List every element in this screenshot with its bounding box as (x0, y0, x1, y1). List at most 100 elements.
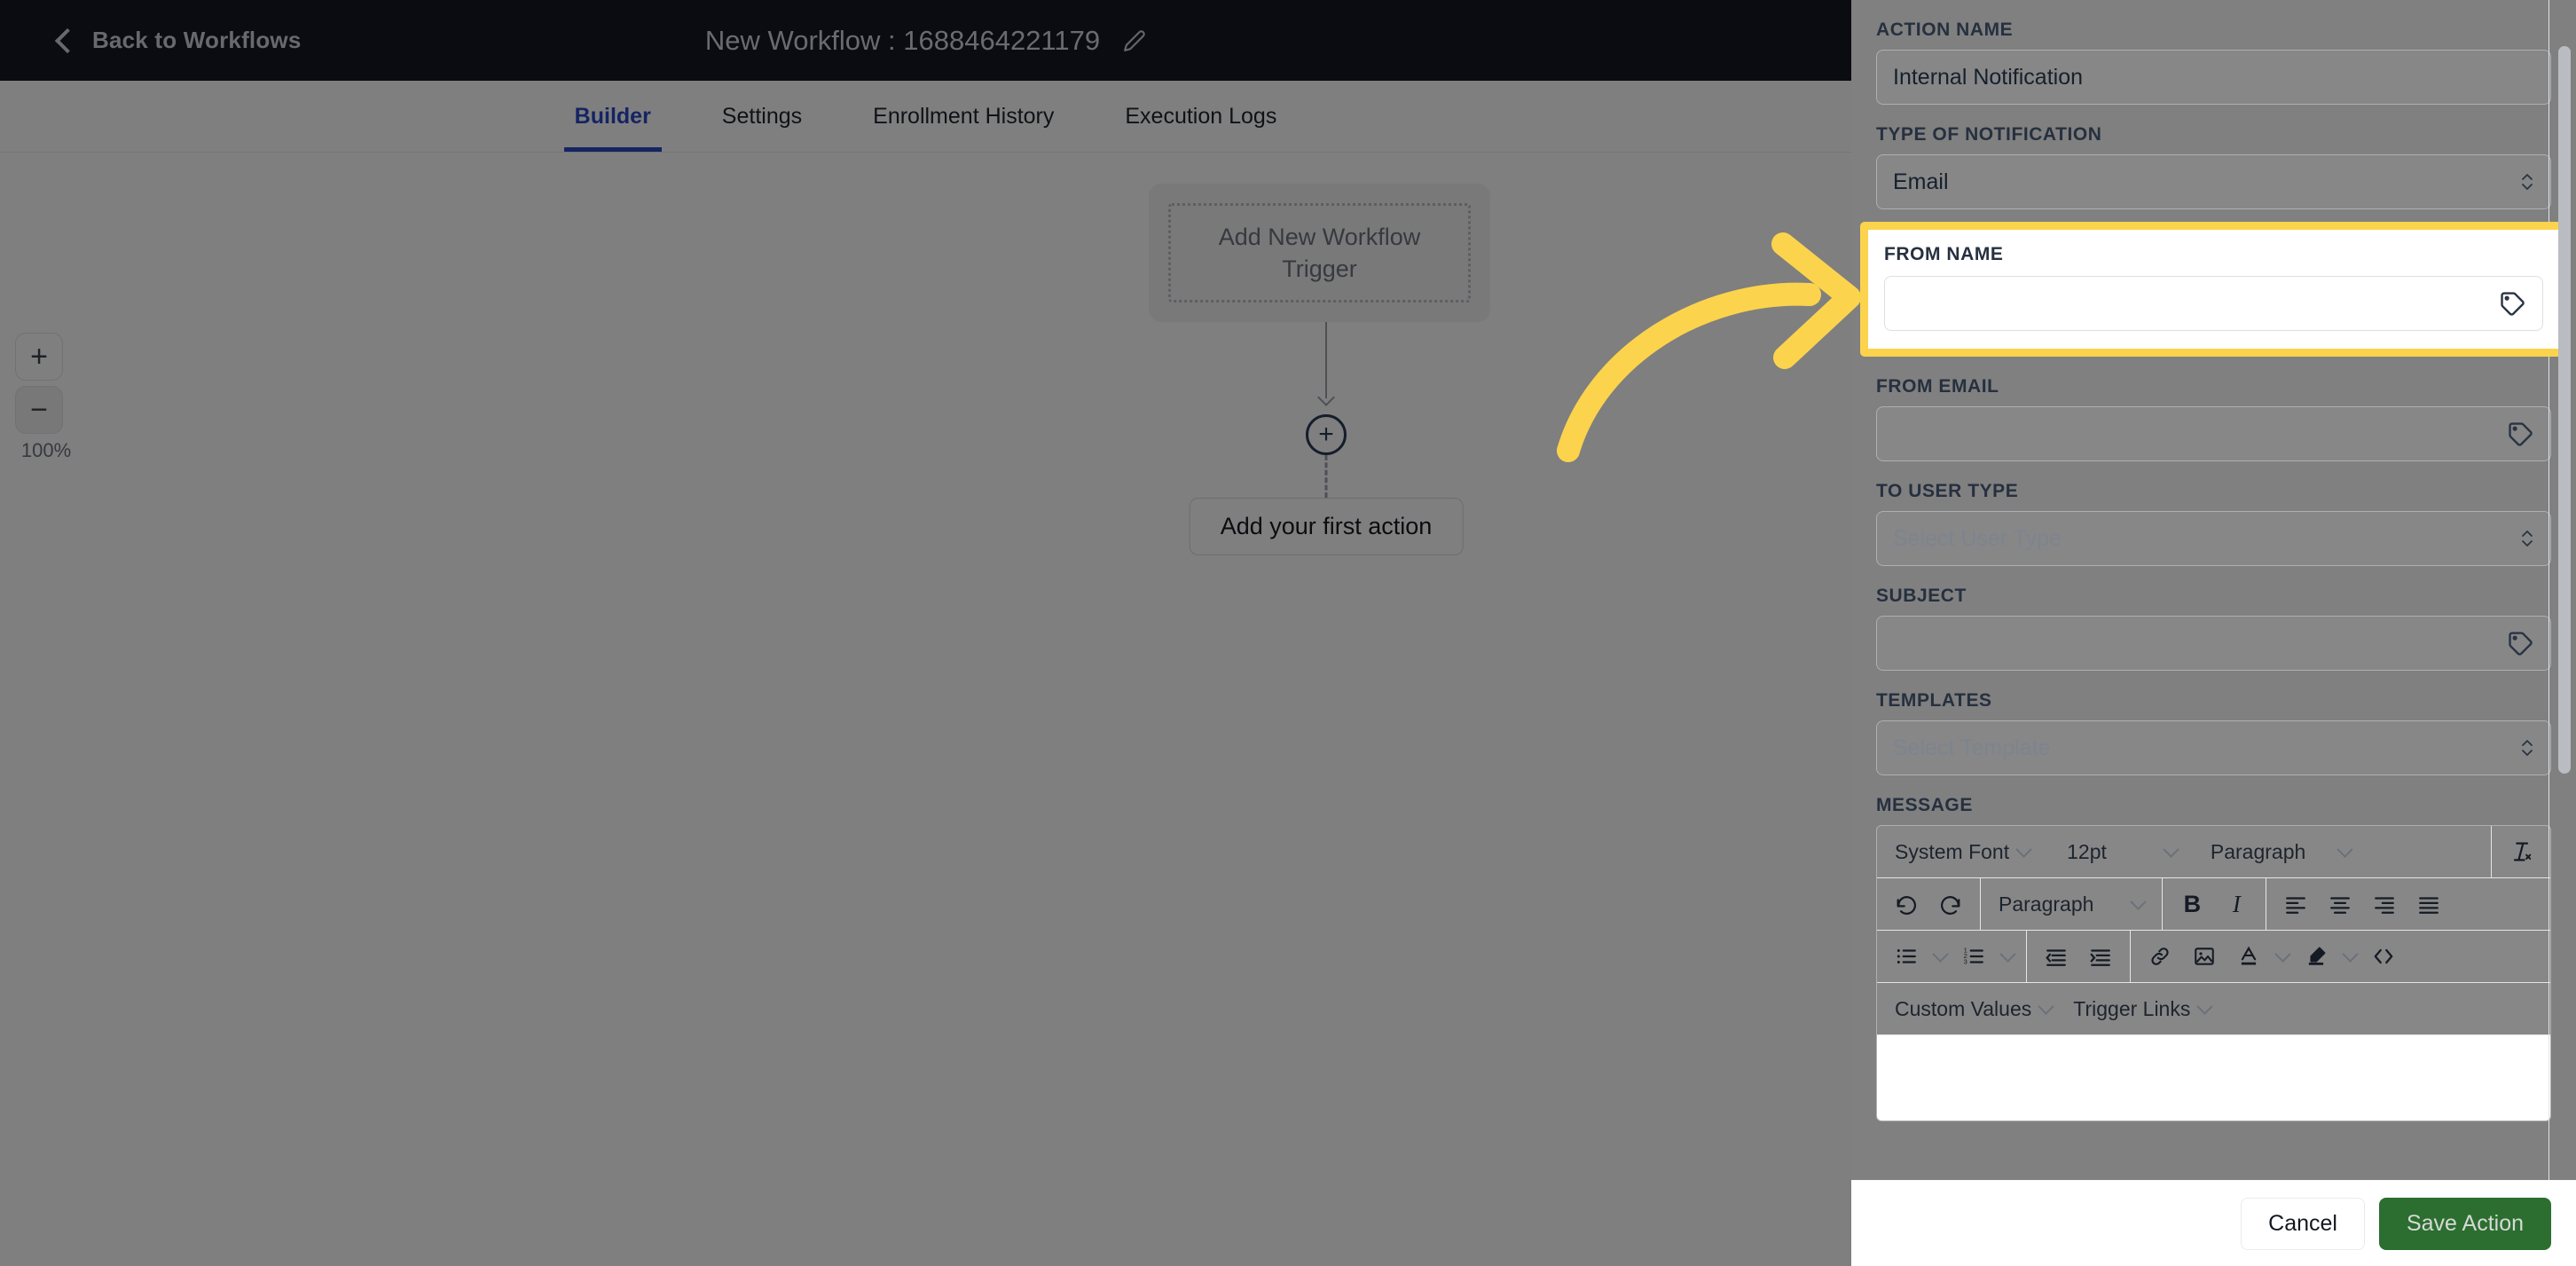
back-to-workflows-label: Back to Workflows (92, 27, 302, 53)
message-label: MESSAGE (1876, 795, 1973, 815)
chevron-down-icon[interactable] (1996, 934, 2019, 979)
block-format-select-top[interactable]: Paragraph (2200, 840, 2361, 864)
trigger-links-label: Trigger Links (2073, 996, 2191, 1020)
editor-toolbar-row-2: Paragraph B I (1877, 878, 2550, 931)
clear-formatting-icon[interactable] (2499, 830, 2543, 874)
screen-root: Back to Workflows New Workflow : 1688464… (0, 0, 2576, 1266)
font-size-select[interactable]: 12pt (2056, 840, 2187, 864)
toolbar-group-indent (2027, 931, 2131, 982)
field-from-email: FROM EMAIL (1876, 376, 2551, 461)
chevron-updown-icon (2520, 735, 2534, 760)
chevron-updown-icon (2520, 526, 2534, 551)
back-to-workflows-link[interactable]: Back to Workflows (54, 27, 302, 54)
undo-icon[interactable] (1884, 882, 1928, 926)
zoom-controls: + − 100% (15, 333, 77, 462)
chevron-down-icon[interactable] (2271, 934, 2294, 979)
indent-icon[interactable] (2078, 934, 2123, 979)
toolbar-group-insert (2131, 931, 2413, 982)
workflow-tabs: Builder Settings Enrollment History Exec… (0, 81, 1851, 153)
align-center-icon[interactable] (2318, 882, 2362, 926)
block-format-value: Paragraph (1999, 892, 2094, 916)
italic-button[interactable]: I (2214, 882, 2258, 926)
message-rich-text-editor: System Font 12pt Paragraph Paragraph B I… (1876, 825, 2551, 1121)
top-bar: Back to Workflows New Workflow : 1688464… (0, 0, 1851, 81)
chevron-down-icon (2015, 840, 2032, 858)
add-workflow-trigger-placeholder[interactable]: Add New Workflow Trigger (1168, 203, 1471, 303)
toolbar-group-lists: 123 (1877, 931, 2027, 982)
zoom-out-button[interactable]: − (15, 386, 63, 434)
connector-line (1325, 322, 1327, 398)
subject-label: SUBJECT (1876, 586, 1967, 606)
toolbar-group-merge-fields: Custom Values Trigger Links (1877, 983, 2228, 1034)
trigger-links-dropdown[interactable]: Trigger Links (2062, 997, 2221, 1021)
block-format-select[interactable]: Paragraph (1988, 892, 2155, 916)
field-subject: SUBJECT (1876, 586, 2551, 671)
add-node-button[interactable]: + (1306, 414, 1347, 455)
toolbar-group-history (1877, 878, 1981, 930)
flow-connector: + Add your first action (1149, 322, 1504, 555)
bullet-list-icon[interactable] (1884, 934, 1928, 979)
tab-enrollment-history[interactable]: Enrollment History (862, 104, 1064, 152)
field-to-user-type: TO USER TYPE Select User Type (1876, 481, 2551, 566)
outdent-icon[interactable] (2034, 934, 2078, 979)
workflow-canvas[interactable]: + − 100% Add New Workflow Trigger + Add … (0, 153, 1851, 1266)
message-body-editable[interactable] (1877, 1035, 2550, 1121)
subject-input[interactable] (1876, 616, 2551, 671)
redo-icon[interactable] (1928, 882, 1973, 926)
zoom-level-label: 100% (20, 439, 72, 461)
panel-scrollbar[interactable] (2558, 46, 2571, 774)
chevron-down-icon (2038, 997, 2054, 1015)
workflow-trigger-card[interactable]: Add New Workflow Trigger (1149, 184, 1490, 322)
custom-values-label: Custom Values (1895, 996, 2032, 1020)
tag-icon[interactable] (2506, 629, 2534, 657)
chevron-down-icon[interactable] (1928, 934, 1952, 979)
svg-text:3: 3 (1964, 958, 1967, 966)
align-left-icon[interactable] (2274, 882, 2318, 926)
from-email-input[interactable] (1876, 406, 2551, 461)
code-icon[interactable] (2361, 934, 2406, 979)
bold-button[interactable]: B (2170, 882, 2214, 926)
image-icon[interactable] (2182, 934, 2227, 979)
workflow-title: New Workflow : 1688464221179 (704, 24, 1101, 56)
action-name-input[interactable]: Internal Notification (1876, 50, 2551, 105)
chevron-down-icon[interactable] (2338, 934, 2361, 979)
tag-icon[interactable] (2498, 289, 2526, 318)
type-of-notification-label: TYPE OF NOTIFICATION (1876, 124, 2102, 145)
panel-footer: Cancel Save Action (1851, 1180, 2576, 1266)
templates-select[interactable]: Select Template (1876, 720, 2551, 775)
editor-toolbar-row-1: System Font 12pt Paragraph (1877, 826, 2550, 878)
connector-dashed-line (1324, 455, 1328, 498)
field-message: MESSAGE System Font 12pt Paragraph Parag… (1876, 795, 2551, 1121)
link-icon[interactable] (2138, 934, 2182, 979)
align-right-icon[interactable] (2362, 882, 2407, 926)
zoom-in-button[interactable]: + (15, 333, 63, 381)
action-name-label: ACTION NAME (1876, 20, 2014, 40)
add-first-action-button[interactable]: Add your first action (1189, 498, 1464, 555)
toolbar-group-clear-format (2491, 826, 2550, 877)
workflow-builder-app: Back to Workflows New Workflow : 1688464… (0, 0, 1851, 1266)
custom-values-dropdown[interactable]: Custom Values (1884, 997, 2062, 1021)
text-color-icon[interactable] (2227, 934, 2271, 979)
numbered-list-icon[interactable]: 123 (1952, 934, 1996, 979)
align-justify-icon[interactable] (2407, 882, 2451, 926)
tab-execution-logs[interactable]: Execution Logs (1114, 104, 1287, 152)
font-family-select[interactable]: System Font (1884, 840, 2040, 864)
highlight-icon[interactable] (2294, 934, 2338, 979)
save-action-button[interactable]: Save Action (2378, 1197, 2551, 1250)
to-user-type-select[interactable]: Select User Type (1876, 511, 2551, 566)
pencil-icon[interactable] (1123, 29, 1146, 52)
font-family-value: System Font (1895, 839, 2010, 863)
action-name-value: Internal Notification (1893, 64, 2084, 90)
toolbar-group-fonts: System Font 12pt Paragraph (1877, 826, 2491, 877)
tab-settings[interactable]: Settings (711, 104, 813, 152)
action-settings-panel: ACTION NAME Internal Notification TYPE O… (1851, 0, 2576, 1266)
templates-label: TEMPLATES (1876, 690, 1992, 711)
tab-builder[interactable]: Builder (563, 104, 662, 152)
toolbar-group-block-format: Paragraph (1981, 878, 2164, 930)
tag-icon[interactable] (2506, 420, 2534, 448)
chevron-down-icon (2336, 840, 2353, 858)
field-action-name: ACTION NAME Internal Notification (1876, 20, 2551, 105)
cancel-button[interactable]: Cancel (2241, 1197, 2365, 1250)
type-of-notification-select[interactable]: Email (1876, 154, 2551, 209)
from-name-input[interactable] (1884, 276, 2543, 331)
